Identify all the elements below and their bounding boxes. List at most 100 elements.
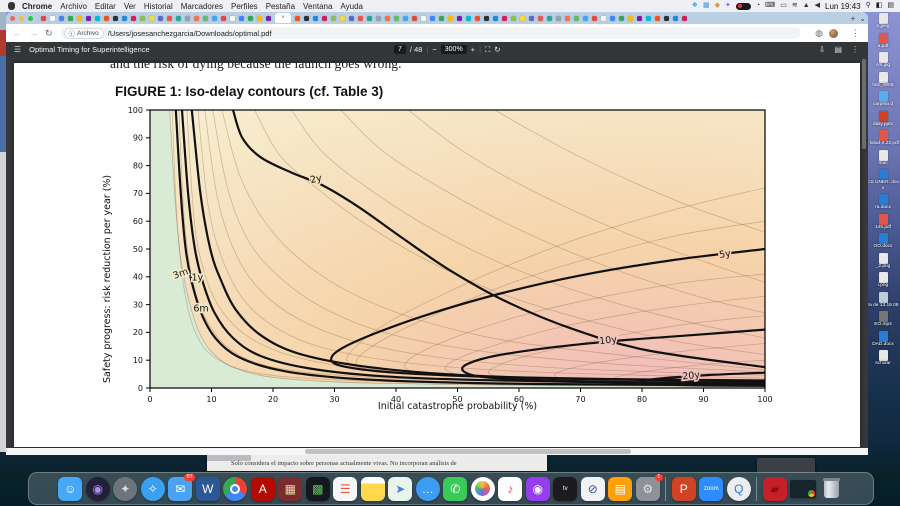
fit-page-button[interactable]: ⛶ — [485, 45, 490, 55]
pinned-tab[interactable] — [583, 16, 588, 21]
desktop-file[interactable]: EO.mp4 — [866, 311, 900, 328]
pinned-tab[interactable] — [59, 16, 64, 21]
pinned-tab[interactable] — [439, 16, 444, 21]
window-minimize-button[interactable] — [19, 16, 24, 21]
dock-apple-tv[interactable]: tv — [553, 477, 577, 501]
pinned-tab[interactable] — [619, 16, 624, 21]
pinned-tab[interactable] — [421, 16, 426, 21]
back-button[interactable]: ← — [13, 28, 22, 38]
chrome-menu-button[interactable]: ⋮ — [851, 28, 860, 39]
pinned-tab[interactable] — [646, 16, 651, 21]
pinned-tab[interactable] — [50, 16, 55, 21]
pdf-viewport[interactable]: and the risk of dying because the launch… — [6, 57, 868, 448]
pinned-tab[interactable] — [194, 16, 199, 21]
profile-avatar[interactable] — [829, 29, 838, 38]
pinned-tab[interactable] — [239, 16, 244, 21]
page-number-input[interactable]: 7 — [394, 45, 406, 54]
pinned-tab[interactable] — [140, 16, 145, 21]
dock-minimized-window[interactable] — [790, 480, 816, 498]
pinned-tab[interactable] — [203, 16, 208, 21]
pinned-tab[interactable] — [149, 16, 154, 21]
pdf-sidebar-toggle-icon[interactable]: ☰ — [14, 45, 21, 54]
pinned-tab[interactable] — [412, 16, 417, 21]
timer-icon[interactable]: ◔ — [756, 2, 760, 10]
pinned-tab[interactable] — [221, 16, 226, 21]
volume-icon[interactable]: ◀ — [815, 2, 820, 10]
pinned-tab[interactable] — [628, 16, 633, 21]
menu-ver[interactable]: Ver — [124, 2, 136, 11]
dock-safari[interactable]: ✧ — [141, 477, 165, 501]
pinned-tab[interactable] — [394, 16, 399, 21]
print-button[interactable]: ▤ — [834, 45, 842, 54]
pinned-tab[interactable] — [86, 16, 91, 21]
desktop-file[interactable]: carpeta d — [866, 91, 900, 108]
desktop-file[interactable]: ra.docx — [866, 194, 900, 211]
dock-circle-slash-app[interactable]: ⊘ — [581, 477, 605, 501]
pinned-tab[interactable] — [331, 16, 336, 21]
desktop-file[interactable]: 145.pdf — [866, 214, 900, 231]
desktop-file[interactable]: i.png — [866, 272, 900, 289]
dock-quicktime[interactable]: Q — [727, 477, 751, 501]
eject-icon[interactable]: ▲ — [803, 2, 810, 10]
pinned-tab[interactable] — [113, 16, 118, 21]
address-bar[interactable]: ⓘ Archivo /Users/josesanchezgarcia/Downl… — [61, 27, 801, 39]
window-close-button[interactable] — [10, 16, 15, 21]
desktop-file[interactable]: hez_WEB — [866, 72, 900, 89]
pinned-tab[interactable] — [565, 16, 570, 21]
pinned-tab[interactable] — [41, 16, 46, 21]
desktop-file[interactable]: _2.png — [866, 253, 900, 270]
pinned-tab[interactable] — [529, 16, 534, 21]
download-button[interactable]: ⇩ — [819, 45, 826, 54]
desktop-file[interactable]: CS UNER .docx — [866, 169, 900, 191]
menu-archivo[interactable]: Archivo — [60, 2, 87, 11]
pinned-tab[interactable] — [68, 16, 73, 21]
dock-messages[interactable]: … — [416, 477, 440, 501]
pinned-tab[interactable] — [673, 16, 678, 21]
pinned-tab[interactable] — [295, 16, 300, 21]
scheme-chip[interactable]: ⓘ Archivo — [64, 28, 104, 39]
pinned-tab[interactable] — [664, 16, 669, 21]
pinned-tab[interactable] — [95, 16, 100, 21]
pinned-tab[interactable] — [257, 16, 262, 21]
dock-mail[interactable]: ✉87 — [168, 477, 192, 501]
pinned-tab[interactable] — [637, 16, 642, 21]
dock-maps[interactable]: ➤ — [388, 477, 412, 501]
desktop-file[interactable]: daily.pptx — [866, 111, 900, 128]
dock-finder[interactable]: ☺ — [58, 477, 82, 501]
dock-trash[interactable] — [820, 477, 844, 501]
pinned-tab[interactable] — [322, 16, 327, 21]
pinned-tab[interactable] — [547, 16, 552, 21]
dock-red-folder[interactable]: ▰ — [763, 477, 787, 501]
pinned-tab[interactable] — [493, 16, 498, 21]
pinned-tab[interactable] — [176, 16, 181, 21]
menu-ayuda[interactable]: Ayuda — [340, 2, 363, 11]
dock-podcasts[interactable]: ◉ — [526, 477, 550, 501]
pinned-tab[interactable] — [484, 16, 489, 21]
pinned-tab[interactable] — [574, 16, 579, 21]
active-app-name[interactable]: Chrome — [22, 2, 52, 11]
pinned-tab[interactable] — [430, 16, 435, 21]
pinned-tab[interactable] — [367, 16, 372, 21]
status-app-orange-icon[interactable]: ◆ — [715, 2, 720, 10]
pinned-tab[interactable] — [266, 16, 271, 21]
menu-historial[interactable]: Historial — [144, 2, 173, 11]
dock-notes[interactable] — [361, 477, 385, 501]
spotlight-search-icon[interactable]: ⚲ — [866, 2, 871, 10]
pinned-tab[interactable] — [538, 16, 543, 21]
app-switcher-icon[interactable]: ▤ — [887, 2, 894, 10]
zoom-out-button[interactable]: − — [432, 45, 436, 54]
pinned-tab[interactable] — [248, 16, 253, 21]
desktop-file[interactable]: a.pdf — [866, 33, 900, 50]
desktop-file[interactable]: i-falud-2.22.pdf — [866, 130, 900, 147]
dock-facetime[interactable]: ✆ — [443, 477, 467, 501]
screen-record-indicator[interactable] — [736, 3, 751, 10]
dock-launchpad[interactable]: ✦ — [113, 477, 137, 501]
pinned-tab[interactable] — [682, 16, 687, 21]
menu-pestaña[interactable]: Pestaña — [266, 2, 295, 11]
menu-marcadores[interactable]: Marcadores — [181, 2, 223, 11]
pinned-tab[interactable] — [313, 16, 318, 21]
active-tab[interactable]: × — [275, 13, 291, 23]
pinned-tab[interactable] — [349, 16, 354, 21]
pinned-tab[interactable] — [475, 16, 480, 21]
status-app-blue-icon[interactable]: ❖ — [692, 2, 698, 10]
